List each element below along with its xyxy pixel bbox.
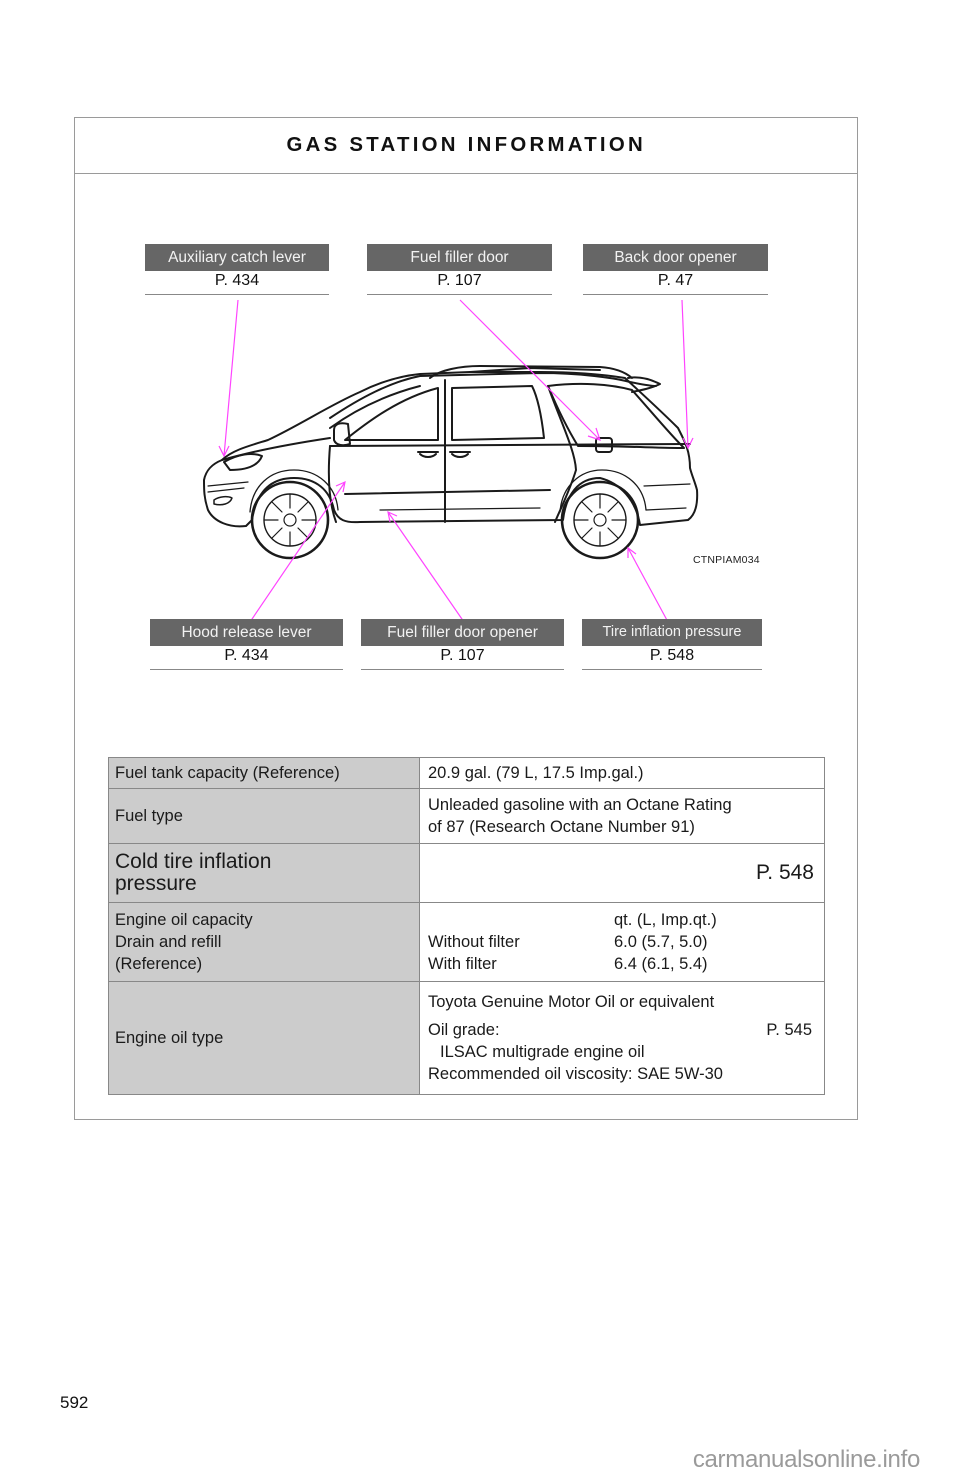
value-line: of 87 (Research Octane Number 91): [428, 818, 695, 836]
row-value: 20.9 gal. (79 L, 17.5 Imp.gal.): [419, 757, 825, 789]
callout-label: Fuel filler door opener: [361, 619, 564, 646]
row-value: Unleaded gasoline with an Octane Rating …: [419, 788, 825, 844]
capacity-value: 6.4 (6.1, 5.4): [614, 955, 708, 973]
callout-hood-release-lever[interactable]: Hood release lever P. 434: [150, 619, 343, 670]
oil-grade-label: Oil grade:: [428, 1021, 500, 1039]
table-row-oil-type: Engine oil type Toyota Genuine Motor Oil…: [108, 981, 825, 1095]
oil-viscosity: Recommended oil viscosity: SAE 5W-30: [428, 1065, 723, 1083]
capacity-name: Without filter: [428, 933, 520, 951]
value-line: Toyota Genuine Motor Oil or equivalent: [428, 993, 715, 1011]
row-label: Cold tire inflation pressure: [108, 843, 420, 903]
row-label: Fuel tank capacity (Reference): [108, 757, 420, 789]
value-line: Unleaded gasoline with an Octane Rating: [428, 796, 732, 814]
callout-label: Back door opener: [583, 244, 768, 271]
callout-back-door-opener[interactable]: Back door opener P. 47: [583, 244, 768, 295]
capacity-value: 6.0 (5.7, 5.0): [614, 933, 708, 951]
section-header: GAS STATION INFORMATION: [75, 118, 857, 174]
table-row-fuel-tank: Fuel tank capacity (Reference) 20.9 gal.…: [108, 757, 825, 789]
row-value: P. 548: [419, 843, 825, 903]
capacity-name: With filter: [428, 955, 497, 973]
divider: [145, 294, 329, 295]
callout-label: Auxiliary catch lever: [145, 244, 329, 271]
section-title: GAS STATION INFORMATION: [286, 134, 646, 156]
divider: [150, 669, 343, 670]
row-label: Engine oil type: [108, 981, 420, 1095]
callout-label: Fuel filler door: [367, 244, 552, 271]
divider: [583, 294, 768, 295]
page-reference-link[interactable]: P. 548: [756, 861, 814, 884]
page-reference-link[interactable]: P. 47: [583, 271, 768, 294]
divider: [367, 294, 552, 295]
label-line: Engine oil capacity: [115, 911, 253, 929]
page-reference-link[interactable]: P. 434: [145, 271, 329, 294]
row-label: Engine oil capacity Drain and refill (Re…: [108, 902, 420, 982]
page-reference-link[interactable]: P. 107: [367, 271, 552, 294]
watermark-link[interactable]: carmanualsonline.info: [693, 1446, 920, 1474]
label-line: Drain and refill: [115, 933, 222, 951]
table-row-oil-capacity: Engine oil capacity Drain and refill (Re…: [108, 902, 825, 982]
divider: [582, 669, 762, 670]
oil-capacity-grid: qt. (L, Imp.qt.) Without filter 6.0 (5.7…: [428, 909, 822, 975]
callout-label: Tire inflation pressure: [582, 619, 762, 646]
unit-header: qt. (L, Imp.qt.): [614, 911, 717, 929]
label-line: (Reference): [115, 955, 203, 973]
figure-code: CTNPIAM034: [693, 554, 760, 566]
page-reference-link[interactable]: P. 545: [766, 1019, 812, 1041]
callout-label: Hood release lever: [150, 619, 343, 646]
table-row-cold-tire-pressure: Cold tire inflation pressure P. 548: [108, 843, 825, 903]
page-reference-link[interactable]: P. 548: [582, 646, 762, 669]
spec-table: Fuel tank capacity (Reference) 20.9 gal.…: [108, 757, 825, 1095]
label-line: pressure: [115, 872, 197, 895]
oil-grade-row: Oil grade: P. 545: [428, 1019, 822, 1041]
callout-fuel-filler-door[interactable]: Fuel filler door P. 107: [367, 244, 552, 295]
row-label: Fuel type: [108, 788, 420, 844]
callout-fuel-filler-door-opener[interactable]: Fuel filler door opener P. 107: [361, 619, 564, 670]
callout-tire-inflation-pressure[interactable]: Tire inflation pressure P. 548: [582, 619, 762, 670]
page-number: 592: [60, 1393, 89, 1412]
table-row-fuel-type: Fuel type Unleaded gasoline with an Octa…: [108, 788, 825, 844]
page-reference-link[interactable]: P. 107: [361, 646, 564, 669]
oil-grade-value: ILSAC multigrade engine oil: [440, 1043, 645, 1061]
page-reference-link[interactable]: P. 434: [150, 646, 343, 669]
row-value: Toyota Genuine Motor Oil or equivalent O…: [419, 981, 825, 1095]
divider: [361, 669, 564, 670]
label-line: Cold tire inflation: [115, 850, 272, 873]
callout-auxiliary-catch-lever[interactable]: Auxiliary catch lever P. 434: [145, 244, 329, 295]
row-value: qt. (L, Imp.qt.) Without filter 6.0 (5.7…: [419, 902, 825, 982]
